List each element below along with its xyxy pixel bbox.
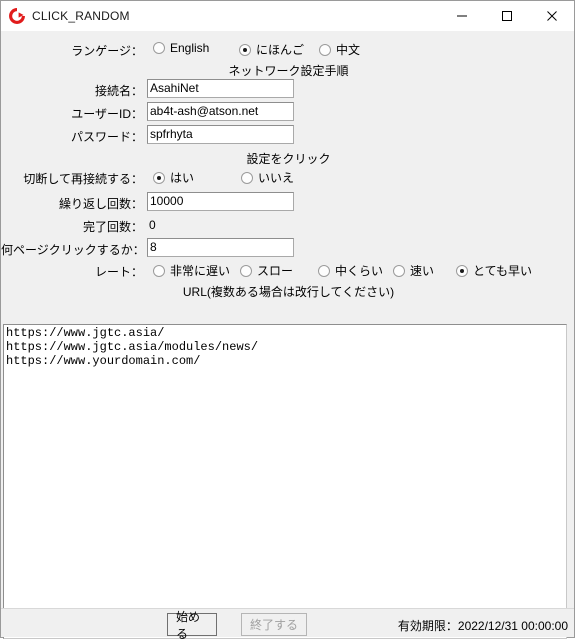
rate-option-very-slow[interactable]: 非常に遅い [153, 262, 230, 279]
rate-option-medium[interactable]: 中くらい [318, 262, 383, 279]
url-textarea-value: https://www.jgtc.asia/ https://www.jgtc.… [6, 326, 259, 368]
language-label: ランゲージ： [71, 44, 143, 58]
settings-section-title: 設定をクリック [246, 152, 331, 166]
reconnect-option-yes-label: はい [170, 171, 195, 185]
rate-option-slow-label: スロー [257, 264, 294, 278]
window-title: CLICK_RANDOM [32, 9, 130, 23]
expiry-value: 2022/12/31 00:00:00 [457, 619, 568, 633]
radio-indicator[interactable] [319, 43, 331, 56]
password-label: パスワード： [70, 130, 143, 144]
radio-indicator[interactable] [456, 264, 468, 277]
refresh-circle-icon [9, 8, 25, 24]
completed-count-label: 完了回数： [82, 220, 143, 234]
reconnect-option-no[interactable]: いいえ [241, 169, 294, 186]
language-option-english-label: English [170, 41, 210, 55]
window-controls [439, 1, 574, 31]
language-option-chinese-label: 中文 [336, 43, 361, 57]
radio-indicator[interactable] [318, 264, 330, 277]
minimize-icon[interactable] [439, 1, 484, 31]
footer-bar: 始める 終了する 有効期限：2022/12/31 00:00:00 [1, 608, 574, 641]
url-textarea[interactable]: https://www.jgtc.asia/ https://www.jgtc.… [3, 324, 567, 639]
rate-option-slow[interactable]: スロー [240, 262, 293, 279]
radio-indicator[interactable] [240, 264, 252, 277]
connection-name-label: 接続名： [94, 84, 143, 98]
pages-to-click-input[interactable]: 8 [147, 238, 294, 257]
completed-count-value: 0 [149, 218, 156, 232]
maximize-icon[interactable] [484, 1, 529, 31]
main-content: ランゲージ： English にほんご 中文 ネットワーク設定手順 接続名： A… [1, 31, 574, 641]
reconnect-option-yes[interactable]: はい [153, 169, 194, 186]
expiry-status: 有効期限：2022/12/31 00:00:00 [398, 617, 568, 634]
repeat-count-label: 繰り返し回数： [58, 197, 143, 211]
password-input[interactable]: spfrhyta [147, 125, 294, 144]
rate-option-very-slow-label: 非常に遅い [170, 264, 231, 278]
connection-name-input[interactable]: AsahiNet [147, 79, 294, 98]
title-bar: CLICK_RANDOM [1, 1, 574, 31]
radio-indicator[interactable] [241, 171, 253, 184]
reconnect-label: 切断して再接続する： [23, 172, 143, 186]
language-option-chinese[interactable]: 中文 [319, 41, 360, 58]
rate-option-fast-label: 速い [410, 264, 435, 278]
stop-button: 終了する [241, 613, 307, 636]
app-window: CLICK_RANDOM ランゲージ： English にほんご 中文 ネットワ… [0, 0, 575, 641]
radio-indicator[interactable] [153, 264, 165, 277]
language-option-japanese-label: にほんご [256, 43, 305, 57]
user-id-label: ユーザーID： [71, 107, 143, 121]
language-option-english[interactable]: English [153, 41, 209, 55]
expiry-label: 有効期限： [397, 619, 458, 633]
start-button[interactable]: 始める [167, 610, 217, 641]
radio-indicator[interactable] [239, 43, 251, 56]
radio-indicator[interactable] [153, 171, 165, 184]
rate-option-very-fast-label: とても早い [473, 264, 533, 278]
rate-label: レート： [94, 265, 143, 279]
pages-to-click-label: 何ページクリックするか： [1, 243, 145, 257]
radio-indicator[interactable] [153, 42, 165, 54]
rate-option-very-fast[interactable]: とても早い [456, 262, 532, 279]
rate-option-medium-label: 中くらい [335, 264, 384, 278]
language-option-japanese[interactable]: にほんご [239, 41, 304, 58]
reconnect-option-no-label: いいえ [258, 171, 295, 185]
user-id-input[interactable]: ab4t-ash@atson.net [147, 102, 294, 121]
rate-option-fast[interactable]: 速い [393, 262, 434, 279]
close-icon[interactable] [529, 1, 574, 31]
url-section-title: URL(複数ある場合は改行してください) [182, 285, 395, 299]
network-section-title: ネットワーク設定手順 [228, 64, 349, 78]
repeat-count-input[interactable]: 10000 [147, 192, 294, 211]
radio-indicator[interactable] [393, 264, 405, 277]
